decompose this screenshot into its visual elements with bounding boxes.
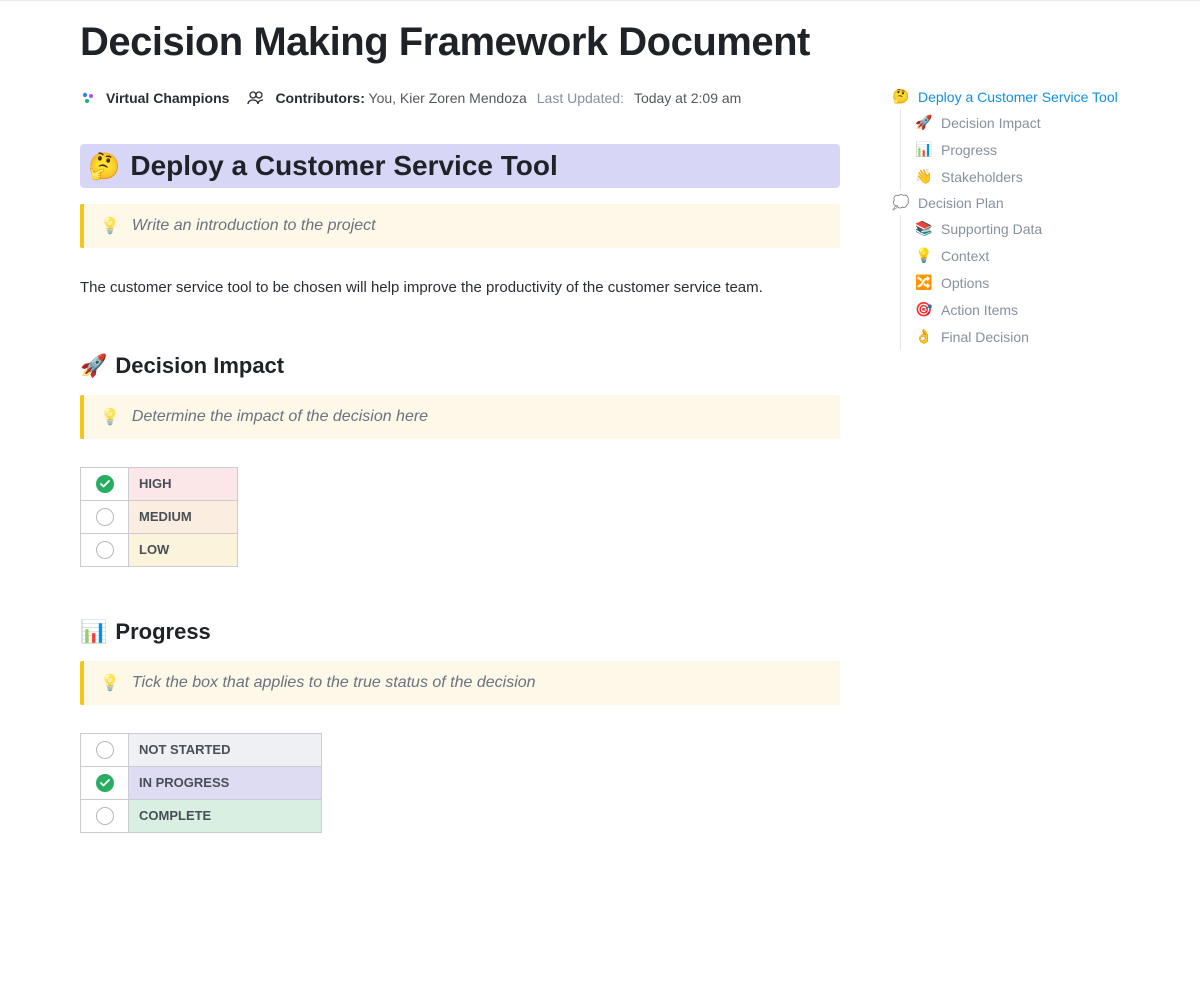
progress-not-started-checkbox[interactable] xyxy=(81,733,129,766)
page-title: Decision Making Framework Document xyxy=(80,16,840,68)
outline-label: Context xyxy=(941,248,989,264)
outline-item-decision-impact[interactable]: 🚀 Decision Impact xyxy=(915,109,1142,136)
lightbulb-icon: 💡 xyxy=(915,247,933,264)
outline-label: Final Decision xyxy=(941,329,1029,345)
outline-label: Decision Impact xyxy=(941,115,1041,131)
team-name[interactable]: Virtual Champions xyxy=(106,90,229,106)
document-outline: 🤔 Deploy a Customer Service Tool 🚀 Decis… xyxy=(892,84,1142,350)
rocket-icon: 🚀 xyxy=(80,355,107,377)
callout-impact[interactable]: 💡 Determine the impact of the decision h… xyxy=(80,395,840,439)
progress-table: NOT STARTED IN PROGRESS COMPLETE xyxy=(80,733,322,833)
table-row: LOW xyxy=(81,533,238,566)
callout-intro[interactable]: 💡 Write an introduction to the project xyxy=(80,204,840,248)
outline-item-decision-plan[interactable]: 💭 Decision Plan xyxy=(892,190,1142,215)
lightbulb-icon: 💡 xyxy=(100,216,120,236)
outline-item-action-items[interactable]: 🎯 Action Items xyxy=(915,296,1142,323)
contributors-value: You, Kier Zoren Mendoza xyxy=(369,90,527,106)
outline-label: Deploy a Customer Service Tool xyxy=(918,89,1118,105)
impact-medium-checkbox[interactable] xyxy=(81,500,129,533)
impact-low-checkbox[interactable] xyxy=(81,533,129,566)
outline-item-progress[interactable]: 📊 Progress xyxy=(915,136,1142,163)
section-title: Decision Impact xyxy=(115,353,284,379)
impact-high-label: HIGH xyxy=(129,467,238,500)
progress-complete-checkbox[interactable] xyxy=(81,799,129,832)
bar-chart-icon: 📊 xyxy=(915,141,933,158)
target-icon: 🎯 xyxy=(915,301,933,318)
ok-hand-icon: 👌 xyxy=(915,328,933,345)
waving-hand-icon: 👋 xyxy=(915,168,933,185)
lightbulb-icon: 💡 xyxy=(100,673,120,693)
document-meta: Virtual Champions Contributors: You, Kie… xyxy=(80,90,840,106)
impact-high-checkbox[interactable] xyxy=(81,467,129,500)
outline-item-final-decision[interactable]: 👌 Final Decision xyxy=(915,323,1142,350)
last-updated-label: Last Updated: xyxy=(537,90,624,106)
progress-complete-label: COMPLETE xyxy=(129,799,322,832)
callout-progress[interactable]: 💡 Tick the box that applies to the true … xyxy=(80,661,840,705)
outline-item-stakeholders[interactable]: 👋 Stakeholders xyxy=(915,163,1142,190)
outline-item-deploy[interactable]: 🤔 Deploy a Customer Service Tool xyxy=(892,84,1142,109)
lightbulb-icon: 💡 xyxy=(100,407,120,427)
outline-label: Options xyxy=(941,275,989,291)
section-heading-deploy: 🤔 Deploy a Customer Service Tool xyxy=(80,144,840,188)
outline-item-context[interactable]: 💡 Context xyxy=(915,242,1142,269)
last-updated-value: Today at 2:09 am xyxy=(634,90,741,106)
table-row: NOT STARTED xyxy=(81,733,322,766)
callout-text: Tick the box that applies to the true st… xyxy=(132,674,536,692)
impact-table: HIGH MEDIUM LOW xyxy=(80,467,238,567)
progress-in-progress-label: IN PROGRESS xyxy=(129,766,322,799)
rocket-icon: 🚀 xyxy=(915,114,933,131)
progress-not-started-label: NOT STARTED xyxy=(129,733,322,766)
table-row: COMPLETE xyxy=(81,799,322,832)
contributors-label: Contributors: xyxy=(275,90,364,106)
contributors-icon xyxy=(247,91,265,105)
section-title: Progress xyxy=(115,619,210,645)
callout-text: Write an introduction to the project xyxy=(132,217,376,235)
thinking-face-icon: 🤔 xyxy=(892,88,910,105)
callout-text: Determine the impact of the decision her… xyxy=(132,408,428,426)
outline-label: Decision Plan xyxy=(918,195,1004,211)
outline-label: Action Items xyxy=(941,302,1018,318)
impact-low-label: LOW xyxy=(129,533,238,566)
outline-item-supporting-data[interactable]: 📚 Supporting Data xyxy=(915,215,1142,242)
outline-label: Supporting Data xyxy=(941,221,1042,237)
section-title: Deploy a Customer Service Tool xyxy=(130,150,557,182)
bar-chart-icon: 📊 xyxy=(80,621,107,643)
outline-item-options[interactable]: 🔀 Options xyxy=(915,269,1142,296)
books-icon: 📚 xyxy=(915,220,933,237)
progress-in-progress-checkbox[interactable] xyxy=(81,766,129,799)
outline-label: Stakeholders xyxy=(941,169,1023,185)
shuffle-icon: 🔀 xyxy=(915,274,933,291)
intro-paragraph[interactable]: The customer service tool to be chosen w… xyxy=(80,276,820,301)
section-heading-impact: 🚀 Decision Impact xyxy=(80,353,840,379)
thinking-face-icon: 🤔 xyxy=(88,153,120,179)
team-icon xyxy=(80,90,96,106)
table-row: HIGH xyxy=(81,467,238,500)
table-row: MEDIUM xyxy=(81,500,238,533)
outline-label: Progress xyxy=(941,142,997,158)
table-row: IN PROGRESS xyxy=(81,766,322,799)
impact-medium-label: MEDIUM xyxy=(129,500,238,533)
section-heading-progress: 📊 Progress xyxy=(80,619,840,645)
thought-bubble-icon: 💭 xyxy=(892,194,910,211)
